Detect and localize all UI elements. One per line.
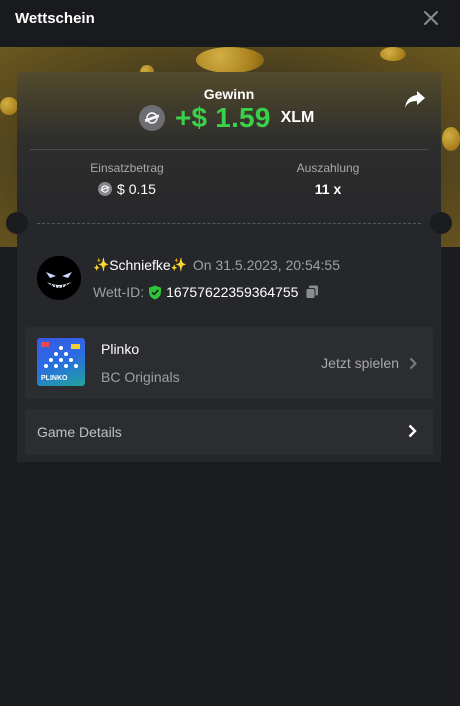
sparkles-icon: ✨ — [93, 257, 110, 272]
bet-amount-value: $ 0.15 — [117, 181, 156, 197]
dashed-divider — [37, 223, 421, 224]
chevron-right-icon — [409, 357, 417, 369]
bet-amount-label: Einsatzbetrag — [90, 161, 164, 175]
ticket-notch-right — [430, 212, 452, 234]
bet-id-label: Wett-ID: — [93, 284, 145, 300]
bet-slip-card: Gewinn +$ 1.59 XLM Einsatzbetrag $ 0.15 … — [6, 72, 452, 462]
bet-id-line: Wett-ID: 16757622359364755 — [93, 284, 319, 300]
bet-user-info: ✨ Schniefke ✨ On 31.5.2023, 20:54:55 Wet… — [37, 256, 427, 302]
play-now-link[interactable]: Jetzt spielen — [321, 355, 417, 371]
copy-icon[interactable] — [305, 285, 319, 299]
plinko-game-thumbnail: PLINKO — [37, 338, 85, 386]
bet-date: On 31.5.2023, 20:54:55 — [192, 257, 340, 273]
win-amount-row: +$ 1.59 XLM — [139, 102, 314, 134]
username[interactable]: Schniefke — [109, 257, 170, 273]
stellar-xlm-icon — [139, 105, 165, 131]
divider — [30, 149, 428, 150]
win-currency: XLM — [280, 109, 315, 126]
modal-header: Wettschein — [0, 0, 460, 47]
play-now-label: Jetzt spielen — [321, 355, 399, 371]
bet-amount-stat: Einsatzbetrag $ 0.15 — [77, 161, 177, 197]
game-provider: BC Originals — [101, 369, 180, 385]
share-icon[interactable] — [403, 88, 427, 110]
game-details-label: Game Details — [37, 424, 122, 440]
username-line: ✨ Schniefke ✨ On 31.5.2023, 20:54:55 — [93, 257, 340, 273]
payout-stat: Auszahlung 11 x — [278, 161, 378, 197]
game-details-row[interactable]: Game Details — [25, 409, 433, 455]
verified-shield-icon — [148, 285, 162, 300]
payout-value: 11 x — [314, 181, 342, 197]
game-row[interactable]: PLINKO Plinko BC Originals Jetzt spielen — [25, 327, 433, 399]
stellar-xlm-icon — [98, 182, 113, 196]
win-amount: +$ 1.59 — [175, 102, 271, 133]
sparkles-icon: ✨ — [170, 257, 187, 272]
modal-title: Wettschein — [15, 10, 95, 27]
win-label: Gewinn — [203, 86, 255, 102]
bet-id-value: 16757622359364755 — [166, 284, 299, 300]
close-icon[interactable] — [422, 9, 440, 27]
game-name: Plinko — [101, 341, 140, 357]
chevron-right-icon — [408, 424, 417, 443]
payout-label: Auszahlung — [296, 161, 360, 175]
ticket-notch-left — [6, 212, 28, 234]
thumbnail-title: PLINKO — [41, 375, 68, 382]
avatar[interactable] — [37, 256, 81, 300]
